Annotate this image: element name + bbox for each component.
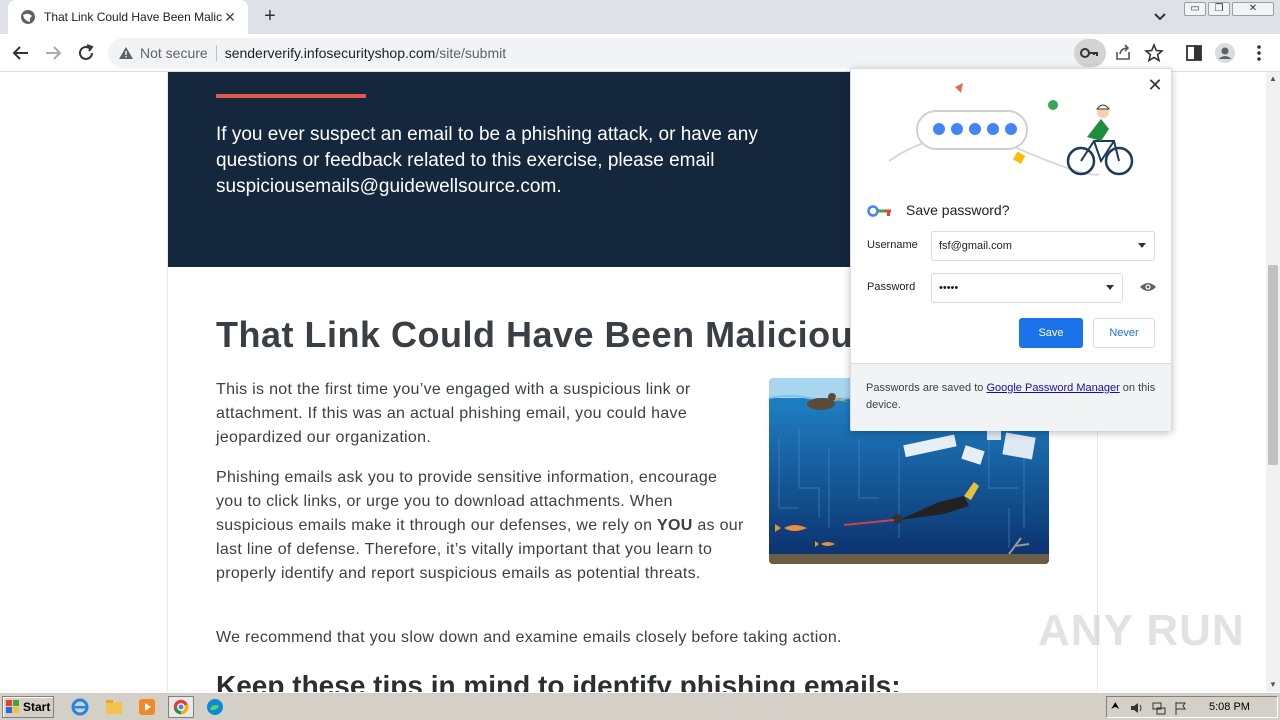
address-bar[interactable]: Not secure senderverify.infosecurityshop… [108, 38, 1106, 68]
url-path: /site/submit [435, 45, 507, 61]
back-arrow-icon[interactable] [10, 42, 32, 64]
globe-icon [21, 10, 35, 24]
password-key-icon [867, 205, 891, 217]
forward-arrow-icon[interactable] [42, 42, 64, 64]
scroll-down-arrow-icon[interactable]: ▼ [1266, 678, 1280, 692]
footer-text: Passwords are saved to [866, 382, 987, 394]
volume-icon[interactable] [1129, 700, 1145, 716]
dropdown-caret-icon[interactable] [1138, 243, 1146, 248]
tab-strip: That Link Could Have Been Malicious ✕ + … [0, 0, 1280, 34]
key-icon [1080, 48, 1098, 58]
scrollbar-thumb[interactable] [1268, 265, 1278, 465]
password-manager-link[interactable]: Google Password Manager [986, 382, 1119, 394]
url-host: senderverify.infosecurityshop.com [224, 45, 436, 61]
show-password-eye-icon[interactable] [1139, 281, 1157, 293]
dialog-footer: Passwords are saved to Google Password M… [851, 363, 1171, 431]
chevron-down-icon[interactable] [1150, 8, 1170, 26]
browser-tab[interactable]: That Link Could Have Been Malicious ✕ [8, 0, 248, 34]
start-button[interactable]: Start [2, 696, 54, 718]
share-icon[interactable] [1112, 42, 1134, 64]
page-title: That Link Could Have Been Malicious [216, 314, 874, 355]
more-menu-icon[interactable] [1248, 42, 1270, 64]
window-controls: ▭ ❐ ✕ [1184, 2, 1274, 16]
close-window-button[interactable]: ✕ [1232, 2, 1274, 16]
minimize-button[interactable]: ▭ [1184, 2, 1206, 16]
dialog-title: Save password? [906, 202, 1010, 218]
password-label: Password [867, 281, 916, 293]
password-illustration [889, 83, 1134, 176]
security-label[interactable]: Not secure [140, 45, 208, 61]
close-tab-icon[interactable]: ✕ [222, 9, 238, 26]
paragraph-defense: Phishing emails ask you to provide sensi… [216, 466, 746, 586]
system-tray: ⮝ 5:08 PM [1106, 696, 1278, 718]
bookmark-star-icon[interactable] [1143, 42, 1165, 64]
password-key-button[interactable] [1074, 39, 1106, 67]
new-tab-button[interactable]: + [258, 6, 282, 28]
anyrun-watermark-logo: ANY RUN [1038, 606, 1245, 655]
clock[interactable]: 5:08 PM [1209, 701, 1250, 713]
omnibox-divider [215, 45, 217, 61]
warning-icon[interactable] [118, 46, 134, 60]
emphasis-you: YOU [657, 517, 693, 534]
close-icon[interactable]: ✕ [1145, 75, 1165, 95]
paragraph-defense-start: Phishing emails ask you to provide sensi… [216, 469, 718, 534]
username-field[interactable]: fsf@gmail.com [931, 231, 1155, 261]
paragraph-recommendation: We recommend that you slow down and exam… [216, 629, 842, 646]
never-button[interactable]: Never [1093, 318, 1155, 348]
internet-explorer-icon[interactable] [70, 697, 90, 717]
username-label: Username [867, 239, 918, 251]
paragraph-intro: This is not the first time you’ve engage… [216, 381, 691, 446]
restore-button[interactable]: ❐ [1208, 2, 1230, 16]
side-panel-icon[interactable] [1183, 42, 1205, 64]
action-center-flag-icon[interactable] [1173, 700, 1189, 716]
save-password-dialog: ✕ Save password? Username fsf@gmail.com … [850, 68, 1172, 431]
start-label: Start [23, 700, 51, 714]
username-value: fsf@gmail.com [939, 240, 1012, 252]
save-button[interactable]: Save [1019, 318, 1083, 348]
hero-text: If you ever suspect an email to be a phi… [216, 124, 758, 197]
page-scrollbar[interactable]: ▲ ▼ [1266, 72, 1280, 692]
windows-logo-icon [6, 700, 19, 713]
dropdown-caret-icon[interactable] [1106, 285, 1114, 290]
accent-bar [216, 94, 366, 98]
tray-expand-icon[interactable]: ⮝ [1111, 701, 1127, 717]
reload-icon[interactable] [75, 42, 97, 64]
tab-title: That Link Could Have Been Malicious [44, 10, 222, 24]
windows-taskbar: Start ⮝ 5:08 PM [0, 692, 1280, 720]
password-value: ••••• [939, 282, 959, 294]
profile-avatar-icon[interactable] [1214, 42, 1236, 64]
tips-heading: Keep these tips in mind to identify phis… [216, 670, 901, 692]
edge-icon[interactable] [205, 697, 225, 717]
scroll-up-arrow-icon[interactable]: ▲ [1266, 72, 1280, 86]
media-player-icon[interactable] [137, 697, 157, 717]
password-field[interactable]: ••••• [931, 273, 1123, 303]
browser-toolbar: Not secure senderverify.infosecurityshop… [0, 34, 1280, 72]
file-explorer-icon[interactable] [104, 697, 124, 717]
network-icon[interactable] [1151, 700, 1167, 716]
chrome-icon[interactable] [168, 696, 194, 718]
